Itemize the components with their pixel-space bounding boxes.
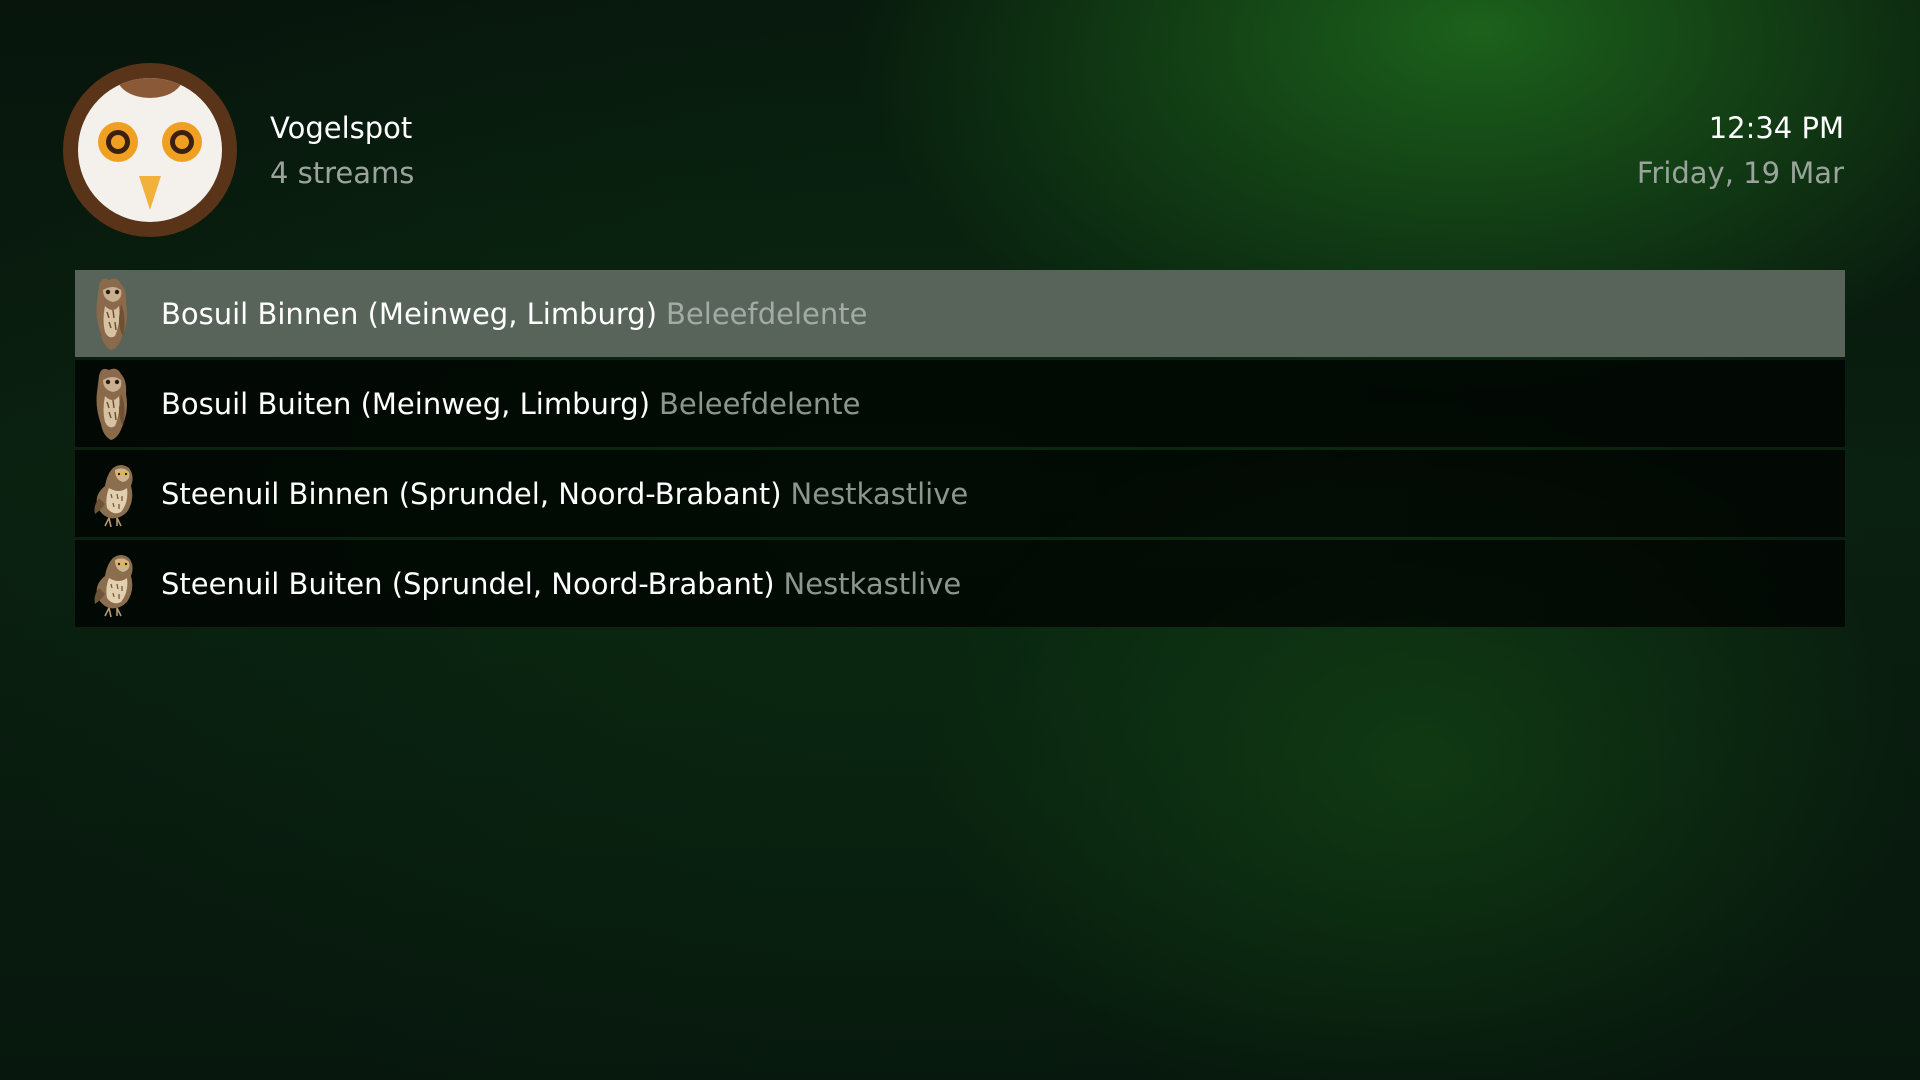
stream-item-bosuil-binnen[interactable]: Bosuil Binnen (Meinweg, Limburg) Beleefd… bbox=[75, 270, 1845, 357]
clock-time: 12:34 PM bbox=[1708, 111, 1844, 145]
stream-item-bosuil-buiten[interactable]: Bosuil Buiten (Meinweg, Limburg) Beleefd… bbox=[75, 360, 1845, 447]
stream-source: Nestkastlive bbox=[783, 566, 962, 601]
stream-source: Beleefdelente bbox=[659, 386, 861, 421]
stream-title: Bosuil Binnen (Meinweg, Limburg) bbox=[161, 296, 658, 331]
little-owl-icon bbox=[85, 544, 141, 624]
stream-count: 4 streams bbox=[270, 156, 415, 190]
stream-source: Nestkastlive bbox=[790, 476, 969, 511]
stream-item-steenuil-binnen[interactable]: Steenuil Binnen (Sprundel, Noord-Brabant… bbox=[75, 450, 1845, 537]
clock-date: Friday, 19 Mar bbox=[1636, 156, 1844, 190]
stream-source: Beleefdelente bbox=[666, 296, 868, 331]
stream-title: Steenuil Binnen (Sprundel, Noord-Brabant… bbox=[161, 476, 782, 511]
stream-list: Bosuil Binnen (Meinweg, Limburg) Beleefd… bbox=[75, 270, 1845, 630]
stream-title: Steenuil Buiten (Sprundel, Noord-Brabant… bbox=[161, 566, 775, 601]
app-title: Vogelspot bbox=[270, 111, 413, 145]
stream-title: Bosuil Buiten (Meinweg, Limburg) bbox=[161, 386, 651, 421]
stream-item-steenuil-buiten[interactable]: Steenuil Buiten (Sprundel, Noord-Brabant… bbox=[75, 540, 1845, 627]
little-owl-icon bbox=[85, 454, 141, 534]
owl-logo-icon bbox=[63, 63, 237, 237]
tawny-owl-icon bbox=[85, 364, 141, 444]
tawny-owl-icon bbox=[85, 274, 141, 354]
